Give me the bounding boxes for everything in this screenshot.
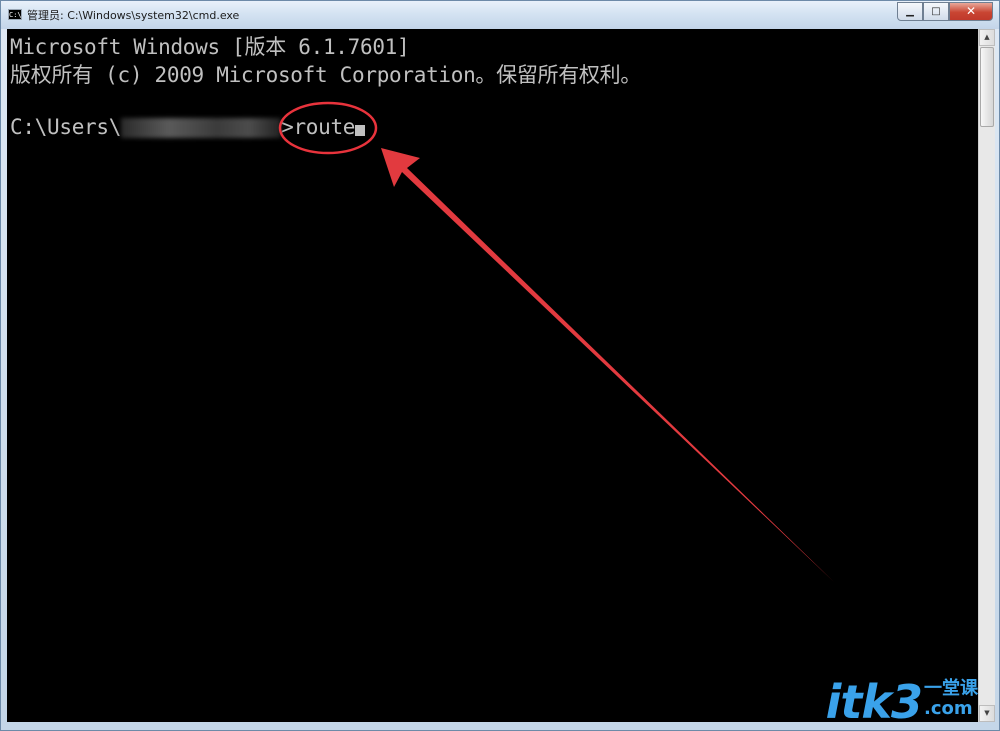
site-watermark: itk3 一堂课 .com [826, 675, 978, 729]
watermark-side-top: 一堂课 [924, 678, 978, 699]
maximize-button[interactable]: □ [923, 2, 949, 21]
watermark-side: 一堂课 .com [924, 679, 978, 719]
console-line-copyright: 版权所有 (c) 2009 Microsoft Corporation。保留所有… [10, 63, 642, 87]
text-cursor [355, 125, 366, 136]
console-prompt-line[interactable]: C:\Users\ >route [10, 115, 366, 139]
cmd-icon[interactable]: C:\ [8, 9, 22, 20]
watermark-side-bottom: .com [924, 698, 973, 719]
console-line-version: Microsoft Windows [版本 6.1.7601] [10, 35, 410, 59]
cmd-window: C:\ 管理员: C:\Windows\system32\cmd.exe ▁ □… [0, 0, 1000, 731]
console-output[interactable]: Microsoft Windows [版本 6.1.7601] 版权所有 (c)… [7, 29, 978, 722]
window-title: 管理员: C:\Windows\system32\cmd.exe [27, 9, 240, 22]
redacted-username [121, 118, 282, 138]
prompt-prefix: C:\Users\ [10, 115, 122, 139]
minimize-button[interactable]: ▁ [897, 2, 923, 21]
vertical-scrollbar[interactable]: ▲ ▼ [978, 29, 995, 722]
watermark-main: itk3 [825, 675, 923, 729]
scroll-up-arrow-icon[interactable]: ▲ [979, 29, 995, 46]
prompt-suffix: > [281, 115, 294, 139]
typed-command: route [293, 115, 356, 139]
caption-buttons: ▁ □ ✕ [897, 2, 993, 21]
scroll-thumb[interactable] [980, 47, 994, 127]
title-bar[interactable]: C:\ 管理员: C:\Windows\system32\cmd.exe ▁ □… [1, 1, 999, 29]
close-button[interactable]: ✕ [949, 2, 993, 21]
